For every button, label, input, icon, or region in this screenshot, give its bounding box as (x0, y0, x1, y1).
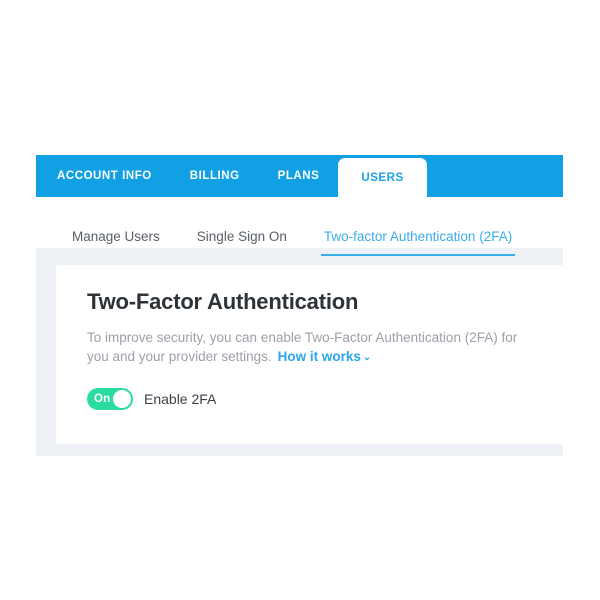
how-it-works-label: How it works (277, 349, 361, 364)
subtab-manage-users[interactable]: Manage Users (72, 229, 160, 246)
tab-plans[interactable]: PLANS (259, 155, 339, 197)
subtab-single-sign-on[interactable]: Single Sign On (197, 229, 287, 246)
settings-app: ACCOUNT INFO BILLING PLANS USERS Manage … (36, 155, 563, 456)
toggle-state-label: On (94, 393, 111, 405)
settings-card: Two-Factor Authentication To improve sec… (56, 265, 563, 444)
tab-plans-label: PLANS (277, 170, 320, 182)
enable-2fa-row: On Enable 2FA (87, 388, 533, 410)
page-title: Two-Factor Authentication (87, 289, 359, 314)
subtab-two-factor-authentication[interactable]: Two-factor Authentication (2FA) (320, 229, 516, 256)
tab-billing[interactable]: BILLING (171, 155, 259, 197)
tab-account-info-label: ACCOUNT INFO (57, 170, 152, 182)
subtab-two-factor-authentication-label: Two-factor Authentication (2FA) (323, 229, 513, 244)
enable-2fa-label: Enable 2FA (144, 391, 217, 407)
how-it-works-link[interactable]: How it works ⌄ (278, 349, 372, 364)
page-description: To improve security, you can enable Two-… (87, 328, 533, 368)
primary-tab-bar: ACCOUNT INFO BILLING PLANS USERS (36, 155, 563, 197)
subtab-single-sign-on-label: Single Sign On (196, 229, 287, 244)
toggle-knob (113, 390, 131, 408)
tab-users[interactable]: USERS (338, 158, 427, 197)
sub-tab-bar: Manage Users Single Sign On Two-factor A… (36, 197, 563, 256)
content-panel: Two-Factor Authentication To improve sec… (36, 248, 563, 456)
tab-billing-label: BILLING (189, 170, 240, 182)
chevron-down-icon: ⌄ (362, 352, 372, 363)
tab-users-label: USERS (361, 171, 404, 184)
tab-account-info[interactable]: ACCOUNT INFO (38, 155, 171, 197)
subtab-manage-users-label: Manage Users (72, 229, 160, 244)
enable-2fa-toggle[interactable]: On (87, 388, 133, 410)
